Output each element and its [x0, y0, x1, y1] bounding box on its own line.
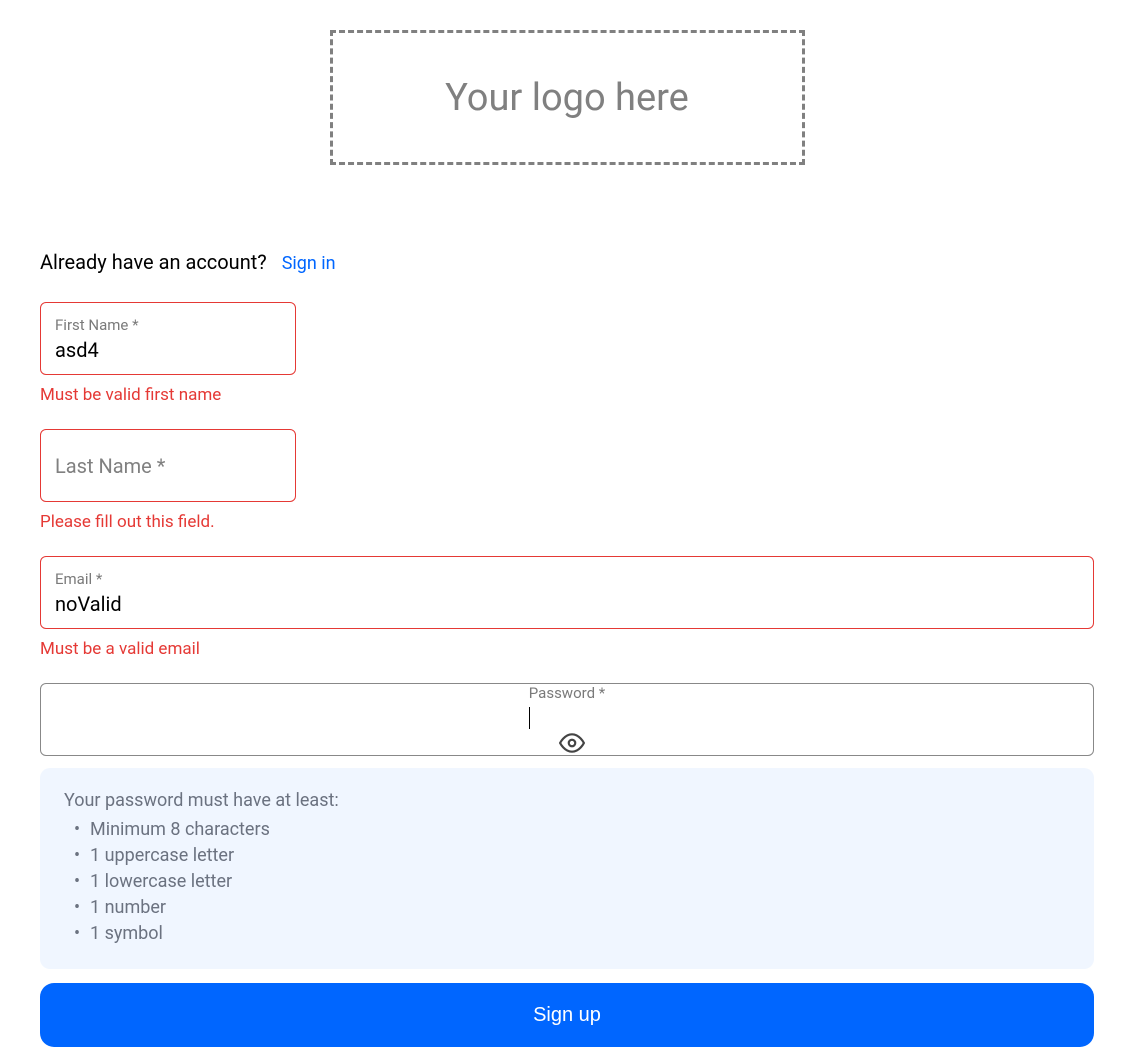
eye-icon[interactable]: [559, 730, 585, 756]
logo-placeholder-text: Your logo here: [445, 76, 689, 120]
password-hint-item: 1 number: [74, 895, 1070, 921]
password-label: Password *: [529, 684, 605, 702]
last-name-field[interactable]: Last Name *: [40, 429, 296, 502]
password-field-container: Password *: [40, 683, 1094, 756]
password-hint-item: 1 lowercase letter: [74, 869, 1070, 895]
email-input[interactable]: [55, 592, 1079, 616]
password-hints: Your password must have at least: Minimu…: [40, 768, 1094, 969]
signin-row: Already have an account? Sign in: [40, 250, 1094, 274]
email-label: Email *: [55, 570, 1079, 588]
password-hint-item: 1 symbol: [74, 921, 1070, 947]
logo-placeholder: Your logo here: [330, 30, 805, 165]
first-name-field-container: First Name * Must be valid first name: [40, 302, 296, 405]
first-name-label: First Name *: [55, 316, 281, 334]
last-name-placeholder: Last Name *: [55, 454, 281, 478]
email-field-container: Email * Must be a valid email: [40, 556, 1094, 659]
password-hint-item: 1 uppercase letter: [74, 843, 1070, 869]
password-hints-list: Minimum 8 characters 1 uppercase letter …: [64, 817, 1070, 947]
last-name-error: Please fill out this field.: [40, 512, 296, 532]
first-name-input[interactable]: [55, 338, 281, 362]
email-error: Must be a valid email: [40, 639, 1094, 659]
signup-button[interactable]: Sign up: [40, 983, 1094, 1047]
password-hints-title: Your password must have at least:: [64, 790, 1070, 811]
email-field[interactable]: Email *: [40, 556, 1094, 629]
first-name-field[interactable]: First Name *: [40, 302, 296, 375]
signin-prompt: Already have an account?: [40, 250, 267, 274]
last-name-field-container: Last Name * Please fill out this field.: [40, 429, 296, 532]
password-field[interactable]: Password *: [40, 683, 1094, 756]
first-name-error: Must be valid first name: [40, 385, 296, 405]
password-hint-item: Minimum 8 characters: [74, 817, 1070, 843]
signin-link[interactable]: Sign in: [282, 253, 336, 274]
